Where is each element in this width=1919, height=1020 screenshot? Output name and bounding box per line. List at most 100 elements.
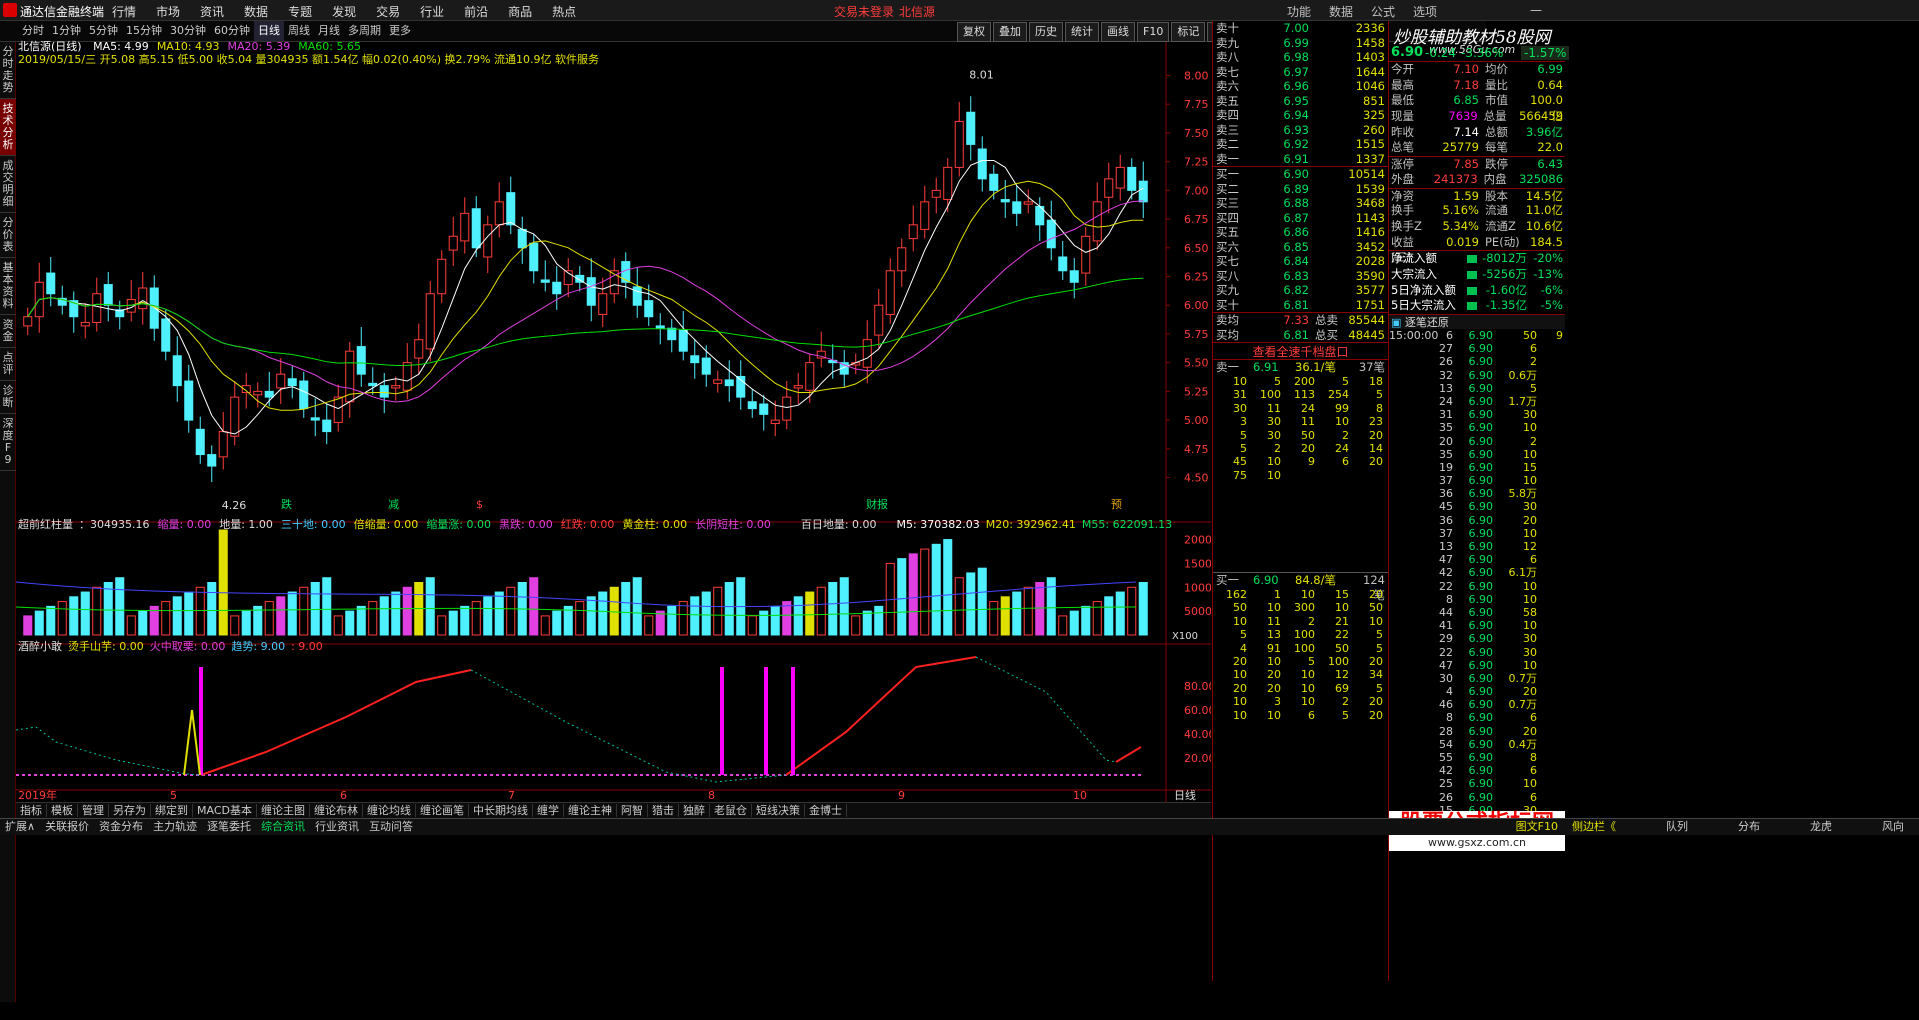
volume-bar: [540, 615, 550, 636]
formula-tab-16[interactable]: 老鼠仓: [709, 804, 752, 817]
left-tab-1[interactable]: 技术分析: [0, 99, 16, 156]
toolbar-button-6[interactable]: 标记: [1171, 22, 1206, 42]
tick-count: 45: [1439, 500, 1453, 514]
formula-tab-18[interactable]: 金博士: [804, 804, 847, 817]
status-right-3[interactable]: 分布: [1733, 820, 1765, 833]
candle-body: [368, 382, 378, 387]
vol-item-7: 黄金柱: 0.00: [622, 518, 688, 531]
minimize-icon[interactable]: —: [1530, 3, 1542, 17]
right-menu-item-1[interactable]: 数据: [1329, 5, 1353, 19]
formula-tab-7[interactable]: 缠论布林: [309, 804, 363, 817]
chart-canvas[interactable]: 8.00 7.75 7.50 7.25 7.00 6.75 6.50 6.25 6.00 5.75…: [15, 42, 1219, 802]
status-tab-4[interactable]: 逐笔委托: [202, 820, 256, 833]
y-tick-label: 4.50: [1184, 472, 1209, 485]
formula-tab-17[interactable]: 短线决策: [751, 804, 805, 817]
volume-bar: [391, 591, 401, 636]
status-tab-0[interactable]: 扩展∧: [0, 820, 40, 833]
formula-tab-12[interactable]: 缠论主神: [563, 804, 617, 817]
status-tab-3[interactable]: 主力轨迹: [148, 820, 202, 833]
status-tab-5[interactable]: 综合资讯: [256, 820, 310, 833]
volume-bar: [1127, 586, 1137, 636]
status-right-4[interactable]: 龙虎: [1805, 820, 1837, 833]
queue-cell: 13: [1267, 628, 1281, 642]
toolbar-button-1[interactable]: 叠加: [993, 22, 1027, 42]
tick-list-header[interactable]: ▣ 逐笔还原: [1389, 314, 1565, 329]
toolbar-button-5[interactable]: F10: [1137, 22, 1170, 42]
left-tab-8[interactable]: 深度F9: [0, 414, 16, 471]
volume-bar: [701, 591, 711, 636]
left-tab-0[interactable]: 分时走势: [0, 42, 16, 99]
broker-name[interactable]: 北信源: [899, 3, 935, 20]
menu-item-5[interactable]: 发现: [332, 5, 356, 19]
formula-tab-1[interactable]: 模板: [47, 804, 78, 817]
right-menu-item-0[interactable]: 功能: [1287, 5, 1311, 19]
queue-cell: 5: [1342, 375, 1349, 388]
right-menu-item-3[interactable]: 选项: [1413, 5, 1437, 19]
status-right-2[interactable]: 队列: [1661, 820, 1693, 833]
menu-item-1[interactable]: 市场: [156, 5, 180, 19]
formula-tab-4[interactable]: 绑定到: [151, 804, 193, 817]
status-tab-7[interactable]: 互动问答: [364, 820, 418, 833]
left-tab-5[interactable]: 资金: [0, 315, 16, 348]
chart-area[interactable]: 8.00 7.75 7.50 7.25 7.00 6.75 6.50 6.25 6.00 5.75…: [15, 40, 1219, 802]
left-tab-3[interactable]: 分价表: [0, 213, 16, 258]
formula-tab-8[interactable]: 缠论均线: [362, 804, 416, 817]
order-price: 6.90: [1283, 167, 1309, 181]
full-depth-button[interactable]: 查看全速千档盘口: [1213, 342, 1388, 360]
queue-cell: 113: [1294, 388, 1315, 402]
menu-item-4[interactable]: 专题: [288, 5, 312, 19]
formula-tab-5[interactable]: MACD基本: [193, 804, 257, 817]
menu-item-3[interactable]: 数据: [244, 5, 268, 19]
queue-cell: 10: [1233, 668, 1247, 682]
formula-tab-14[interactable]: 猎击: [647, 804, 679, 817]
login-status[interactable]: 交易未登录: [834, 3, 894, 20]
toolbar-button-4[interactable]: 画线: [1101, 22, 1135, 42]
tick-price: 6.90: [1468, 540, 1494, 553]
menu-item-6[interactable]: 交易: [376, 5, 400, 19]
candle-body: [759, 403, 769, 415]
menu-item-2[interactable]: 资讯: [200, 5, 224, 19]
status-tab-2[interactable]: 资金分布: [94, 820, 148, 833]
left-tab-2[interactable]: 成交明细: [0, 156, 16, 213]
vol-bai: 百日地量: 0.00: [800, 518, 877, 531]
tick-row: 25 6.90 10: [1389, 777, 1565, 790]
formula-tab-11[interactable]: 缠学: [532, 804, 564, 817]
formula-tab-13[interactable]: 阿智: [616, 804, 648, 817]
left-tab-7[interactable]: 诊断: [0, 381, 16, 414]
tick-extra: [1537, 791, 1565, 804]
status-tab-1[interactable]: 关联报价: [40, 820, 94, 833]
status-right-0[interactable]: 图文F10: [1511, 820, 1563, 833]
tick-vol: 5.8万: [1508, 487, 1538, 501]
toolbar-button-2[interactable]: 历史: [1029, 22, 1063, 42]
tick-price: 6.90: [1468, 777, 1494, 791]
menu-item-10[interactable]: 热点: [552, 5, 576, 19]
right-menu-item-2[interactable]: 公式: [1371, 5, 1395, 19]
menu-item-8[interactable]: 前沿: [464, 5, 488, 19]
toolbar-button-0[interactable]: 复权: [957, 22, 991, 42]
formula-tab-9[interactable]: 缠论画笔: [415, 804, 469, 817]
formula-tab-6[interactable]: 缠论主图: [256, 804, 310, 817]
volume-bar: [379, 596, 389, 636]
toolbar-button-3[interactable]: 统计: [1065, 22, 1099, 42]
flow-key: 大宗流入: [1391, 266, 1437, 281]
tick-vol: 30: [1523, 632, 1537, 646]
formula-tab-10[interactable]: 中长期均线: [468, 804, 533, 817]
stat-key: 涨停: [1391, 157, 1414, 172]
menu-item-7[interactable]: 行业: [420, 5, 444, 19]
formula-tab-0[interactable]: 指标: [16, 804, 47, 817]
formula-tab-2[interactable]: 管理: [78, 804, 109, 817]
period-tab-10[interactable]: 更多: [385, 21, 415, 41]
queue-cell: 162: [1226, 588, 1247, 601]
formula-tab-15[interactable]: 独醉: [678, 804, 710, 817]
vol-item-3: 倍缩量: 0.00: [353, 518, 419, 531]
status-right-1[interactable]: 侧边栏《: [1567, 820, 1621, 833]
status-tab-6[interactable]: 行业资讯: [310, 820, 364, 833]
candle-body: [253, 390, 263, 396]
menu-item-9[interactable]: 商品: [508, 5, 532, 19]
tick-vol: 10: [1523, 474, 1537, 488]
left-tab-4[interactable]: 基本资料: [0, 258, 16, 315]
left-tab-6[interactable]: 点评: [0, 348, 16, 381]
status-right-5[interactable]: 风向: [1877, 820, 1909, 833]
formula-tab-3[interactable]: 另存为: [109, 804, 151, 817]
menu-item-0[interactable]: 行情: [112, 5, 136, 19]
